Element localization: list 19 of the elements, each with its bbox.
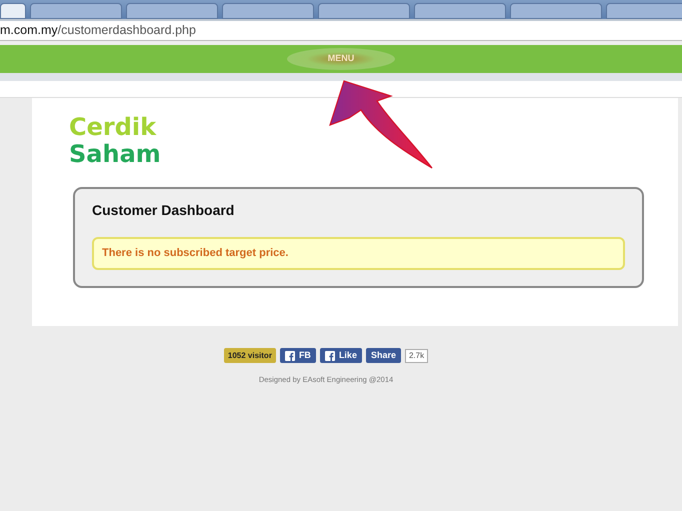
browser-tab[interactable] <box>318 3 410 19</box>
share-button[interactable]: Share <box>366 348 401 363</box>
share-count: 2.7k <box>404 348 428 362</box>
like-button[interactable]: Like <box>320 348 362 363</box>
browser-tab[interactable] <box>510 3 602 19</box>
facebook-icon <box>324 350 335 360</box>
browser-tab[interactable] <box>606 3 682 19</box>
browser-tab[interactable] <box>0 3 26 19</box>
browser-tab[interactable] <box>414 3 506 19</box>
visitor-counter: 1052 visitor <box>224 348 276 363</box>
browser-tab[interactable] <box>126 3 218 19</box>
address-bar[interactable]: m.com.my/customerdashboard.php <box>0 19 682 41</box>
panel-title: Customer Dashboard <box>92 201 236 220</box>
logo: Cerdik Saham <box>69 114 161 168</box>
browser-tab[interactable] <box>30 3 122 19</box>
browser-tab[interactable] <box>222 3 314 19</box>
facebook-button[interactable]: FB <box>280 348 316 363</box>
facebook-icon <box>284 350 295 360</box>
alert-message: There is no subscribed target price. <box>92 237 625 270</box>
